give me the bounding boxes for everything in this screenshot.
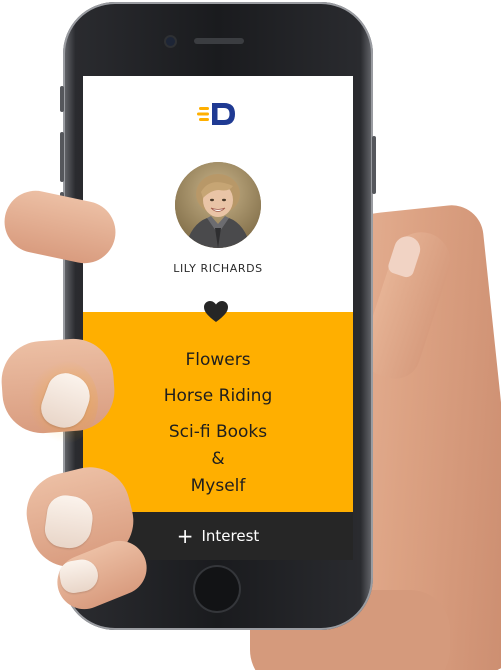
phone-mockup-scene: LILY RICHARDS Flowers Horse Riding Sci-f…: [0, 0, 501, 670]
user-name: LILY RICHARDS: [173, 262, 263, 275]
interest-separator: &: [211, 449, 225, 469]
add-interest-label: Interest: [201, 527, 260, 545]
earpiece-speaker: [194, 38, 244, 44]
interest-item-flowers[interactable]: Flowers: [83, 342, 353, 378]
interest-item-sci-fi-books[interactable]: Sci-fi Books: [83, 414, 353, 450]
interest-list: Flowers Horse Riding Sci-fi Books & Myse…: [83, 342, 353, 504]
profile-photo: [175, 162, 261, 248]
avatar[interactable]: [175, 162, 261, 248]
plus-icon: +: [176, 524, 194, 548]
heart-icon: [204, 301, 228, 322]
mute-switch: [60, 86, 64, 112]
interests-panel: Flowers Horse Riding Sci-fi Books & Myse…: [83, 312, 353, 512]
front-camera: [166, 37, 175, 46]
power-button: [372, 136, 376, 194]
d-logo-icon: [197, 103, 235, 125]
volume-up-button: [60, 132, 64, 182]
home-button[interactable]: [195, 567, 239, 611]
interest-item-horse-riding[interactable]: Horse Riding: [83, 378, 353, 414]
